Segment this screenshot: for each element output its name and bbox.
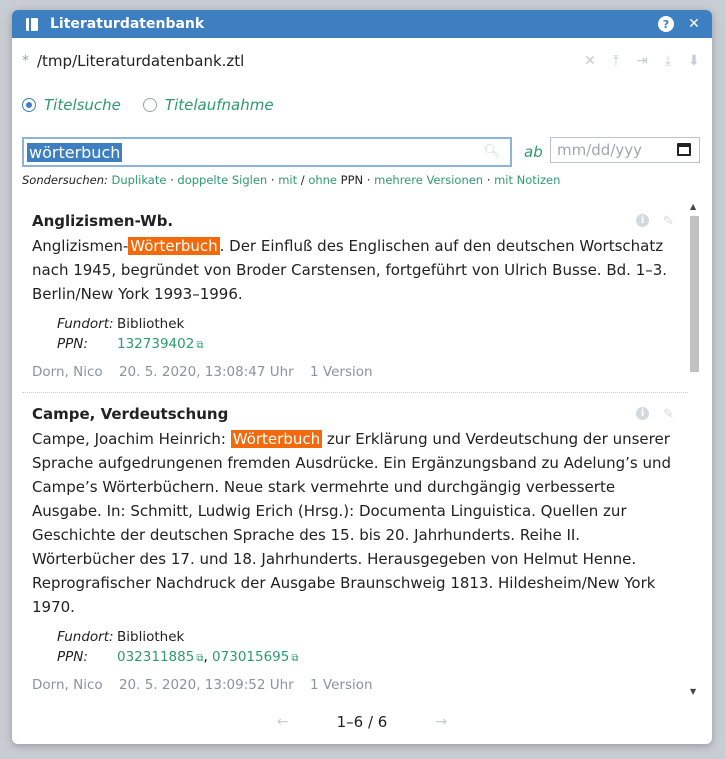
export-icon[interactable]: ⇥ (634, 53, 650, 69)
ppn-text: PPN (340, 173, 364, 187)
prev-page-icon[interactable]: ← (277, 714, 289, 730)
entry-title: Campe, Verdeutschung (32, 405, 229, 423)
link-ohne[interactable]: ohne (308, 173, 337, 187)
special-searches: Sondersuchen: Duplikate · doppelte Sigle… (22, 173, 561, 187)
close-file-icon[interactable]: ✕ (582, 53, 598, 69)
entry-description: Anglizismen- Wörterbuch. Der Einfluß des … (32, 234, 678, 306)
link-mit-notizen[interactable]: mit Notizen (494, 173, 560, 187)
entry-actions: i ✎ (622, 407, 674, 422)
modified-marker: * (22, 53, 29, 69)
scroll-up-icon[interactable]: ▲ (690, 202, 696, 211)
ppn-link[interactable]: 132739402 (117, 336, 194, 352)
entry-description: Campe, Joachim Heinrich: Wörterbuch zur … (32, 427, 678, 619)
calendar-icon[interactable] (677, 143, 691, 156)
entry-title: Anglizismen-Wb. (32, 212, 174, 230)
desc-pre: Anglizismen- (32, 237, 129, 255)
entry-meta: Fundort: Bibliothek PPN: 132739402 ⧉ (57, 314, 678, 356)
results-list: i ✎ Anglizismen-Wb. Anglizismen- Wörterbu… (22, 200, 688, 695)
scroll-down-icon[interactable]: ▼ (690, 687, 696, 696)
entry-versions: 1 Version (310, 364, 373, 380)
external-link-icon[interactable]: ⧉ (196, 340, 203, 351)
radio-titelsuche[interactable] (22, 98, 36, 112)
date-input[interactable]: mm/dd/yyy (550, 137, 700, 163)
mode-titelaufnahme[interactable]: Titelaufnahme (142, 96, 274, 114)
entry-date: 20. 5. 2020, 13:08:47 Uhr (118, 364, 294, 380)
download-icon[interactable]: ⬇ (686, 53, 702, 69)
entry-versions: 1 Version (310, 677, 373, 693)
search-icon: 🔍︎ (483, 144, 500, 159)
link-mit[interactable]: mit (278, 173, 297, 187)
file-path: /tmp/Literaturdatenbank.ztl (37, 52, 245, 70)
next-page-icon[interactable]: → (435, 714, 447, 730)
ppn-label: PPN: (57, 649, 88, 665)
scrollbar[interactable]: ▲ ▼ (688, 200, 700, 698)
page-count: 1–6 / 6 (336, 713, 388, 731)
entry-footer: Dorn, Nico 20. 5. 2020, 13:08:47 Uhr 1 V… (32, 364, 678, 380)
entry-actions: i ✎ (622, 214, 674, 229)
link-mehrere-versionen[interactable]: mehrere Versionen (374, 173, 483, 187)
entry-footer: Dorn, Nico 20. 5. 2020, 13:09:52 Uhr 1 V… (32, 677, 678, 693)
window-title: Literaturdatenbank (50, 16, 205, 32)
app-window: Literaturdatenbank ? ✕ * /tmp/Literaturd… (12, 10, 712, 744)
title-bar: Literaturdatenbank ? ✕ (12, 10, 712, 38)
fundort-value: Bibliothek (117, 316, 185, 332)
search-modes: Titelsuche Titelaufnahme (22, 96, 296, 114)
entry-date: 20. 5. 2020, 13:09:52 Uhr (118, 677, 294, 693)
fundort-value: Bibliothek (117, 629, 185, 645)
edit-icon[interactable]: ✎ (663, 407, 674, 422)
fundort-label: Fundort: (57, 629, 114, 645)
entry-author: Dorn, Nico (32, 677, 103, 693)
entry-meta: Fundort: Bibliothek PPN: 032311885 ⧉, 07301… (57, 629, 299, 665)
date-from-label: ab (524, 143, 543, 161)
list-item: i ✎ Anglizismen-Wb. Anglizismen- Wörterbu… (22, 200, 688, 393)
info-icon[interactable]: i (636, 407, 650, 420)
search-highlight: Wörterbuch (128, 237, 220, 255)
desc-post: zur Erklärung und Verdeutschung der unse… (32, 430, 672, 616)
link-duplikate[interactable]: Duplikate (112, 173, 167, 187)
date-placeholder: mm/dd/yyy (557, 141, 643, 159)
external-link-icon[interactable]: ⧉ (291, 653, 298, 664)
merge-icon[interactable]: ⤓ (660, 53, 676, 69)
book-icon (26, 17, 40, 31)
entry-author: Dorn, Nico (32, 364, 103, 380)
scroll-thumb[interactable] (690, 216, 699, 372)
list-item: i ✎ Campe, Verdeutschung Campe, Joachim … (22, 393, 688, 695)
edit-icon[interactable]: ✎ (663, 214, 674, 229)
search-highlight: Wörterbuch (230, 430, 323, 448)
close-icon[interactable]: ✕ (686, 16, 702, 32)
pager: ← 1–6 / 6 → (12, 713, 712, 731)
mode-label-titelsuche: Titelsuche (44, 96, 121, 114)
file-row: * /tmp/Literaturdatenbank.ztl ✕ ⤒ ⇥ ⤓ ⬇ (22, 50, 702, 72)
link-doppelte-siglen[interactable]: doppelte Siglen (177, 173, 267, 187)
help-icon[interactable]: ? (658, 16, 674, 32)
external-link-icon[interactable]: ⧉ (196, 653, 203, 664)
special-label: Sondersuchen: (22, 173, 108, 187)
radio-titelaufnahme[interactable] (142, 98, 157, 112)
ppn-link[interactable]: 073015695 (212, 649, 289, 665)
info-icon[interactable]: i (636, 214, 650, 227)
search-query: wörterbuch (27, 142, 123, 162)
upload-icon[interactable]: ⤒ (608, 53, 624, 69)
mode-titelsuche[interactable]: Titelsuche (22, 96, 121, 114)
desc-pre: Campe, Joachim Heinrich: (32, 430, 231, 448)
search-input[interactable]: wörterbuch 🔍︎ (22, 137, 512, 167)
ppn-link[interactable]: 032311885 (117, 649, 194, 665)
ppn-label: PPN: (57, 336, 88, 352)
fundort-label: Fundort: (57, 316, 114, 332)
mode-label-titelaufnahme: Titelaufnahme (164, 96, 274, 114)
